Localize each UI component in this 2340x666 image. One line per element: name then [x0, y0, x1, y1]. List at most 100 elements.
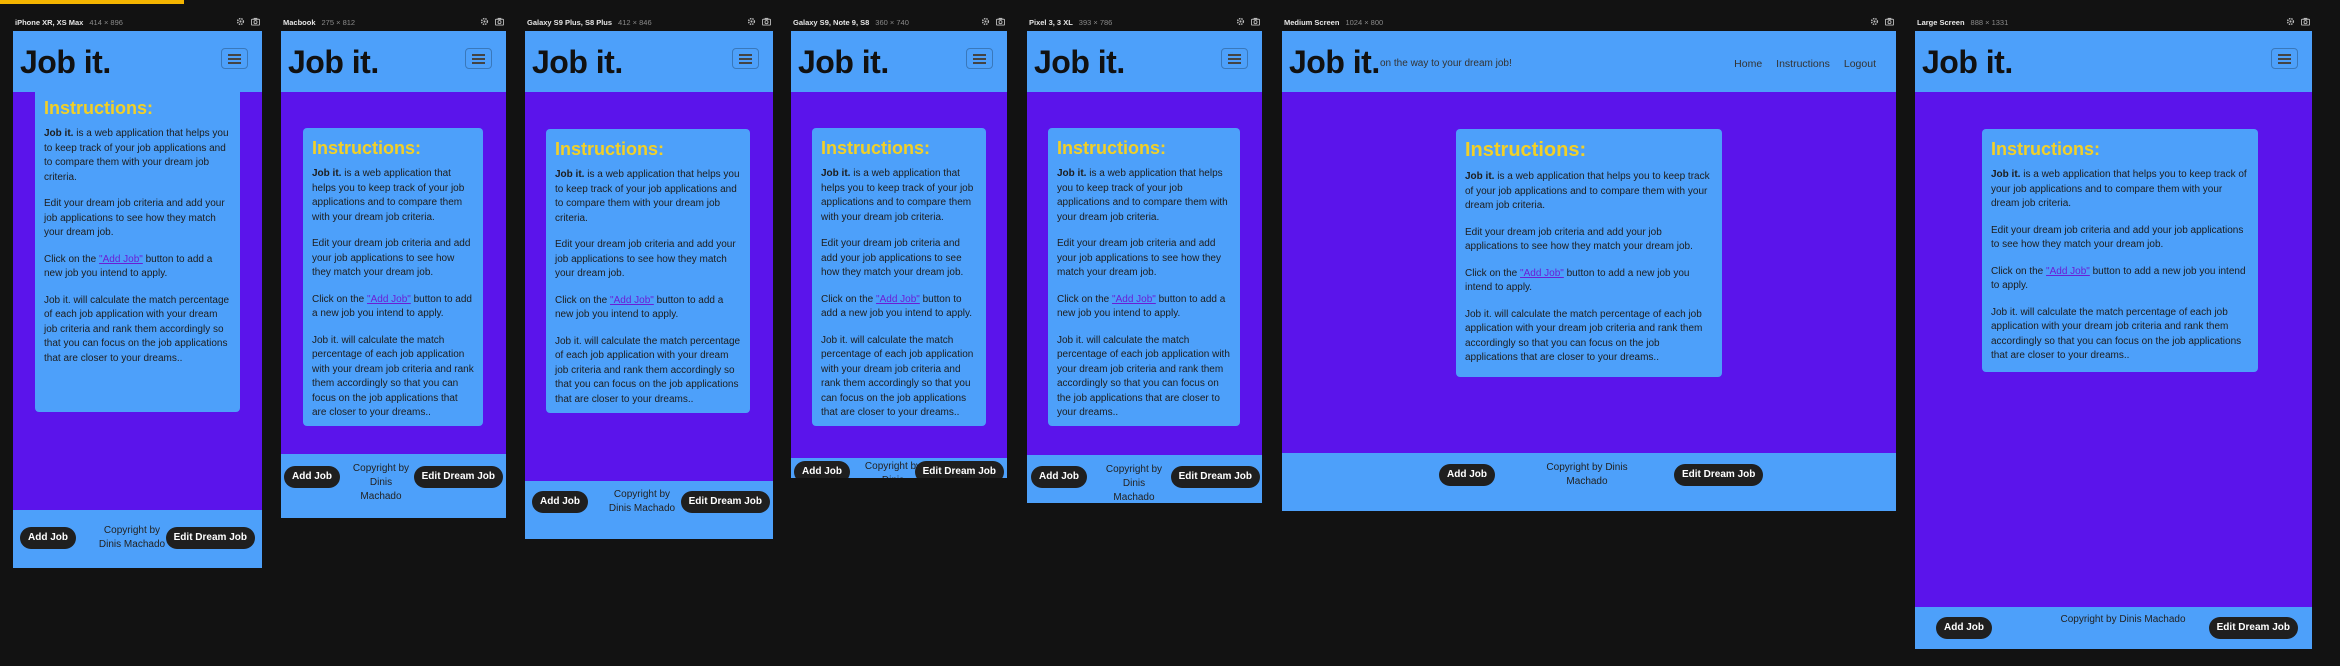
menu-toggle-button[interactable] [221, 48, 248, 69]
nav-logout[interactable]: Logout [1844, 58, 1876, 70]
instructions-paragraph: Job it. is a web application that helps … [821, 168, 974, 223]
add-job-button[interactable]: Add Job [1439, 464, 1495, 486]
navbar: Job it. [1915, 31, 2312, 92]
edit-dream-job-button[interactable]: Edit Dream Job [1170, 466, 1260, 488]
add-job-button[interactable]: Add Job [1936, 617, 1992, 639]
app-screen: Job it. Instructions: Job it. is a web a… [1027, 31, 1262, 503]
app-screen: Job it. Instructions: Job it. is a web a… [791, 31, 1007, 478]
menu-toggle-button[interactable] [1221, 48, 1248, 69]
edit-dream-job-button[interactable]: Edit Dream Job [914, 461, 1004, 478]
device-bar: Medium Screen 1024 × 800 [1282, 16, 1896, 30]
camera-icon[interactable] [996, 17, 1005, 26]
tagline: on the way to your dream job! [1380, 58, 1512, 69]
instructions-card: Instructions: Job it. is a web applicati… [1456, 129, 1722, 377]
device-bar: Galaxy S9, Note 9, S8 360 × 740 [791, 16, 1007, 30]
menu-toggle-button[interactable] [966, 48, 993, 69]
edit-dream-job-button[interactable]: Edit Dream Job [680, 491, 770, 513]
footer: Add Job Copyright by Dinis Machado Edit … [791, 458, 1007, 478]
device-name: Pixel 3, 3 XL 393 × 786 [1029, 18, 1113, 27]
gear-icon[interactable] [1236, 17, 1245, 26]
device-bar: iPhone XR, XS Max 414 × 896 [13, 16, 262, 30]
brand-logo[interactable]: Job it. [798, 44, 889, 81]
device-dims: 360 × 740 [875, 18, 909, 27]
instructions-paragraph: Job it. will calculate the match percent… [44, 294, 230, 364]
gear-icon[interactable] [747, 17, 756, 26]
navbar: Job it. [525, 31, 773, 92]
camera-icon[interactable] [251, 17, 260, 26]
edit-dream-job-button[interactable]: Edit Dream Job [1674, 464, 1764, 486]
add-job-link[interactable]: "Add Job" [2046, 266, 2090, 277]
gear-icon[interactable] [236, 17, 245, 26]
add-job-button[interactable]: Add Job [532, 491, 588, 513]
device-name: Large Screen 888 × 1331 [1917, 18, 2009, 27]
camera-icon[interactable] [1885, 17, 1894, 26]
brand-logo[interactable]: Job it. [1034, 44, 1125, 81]
instructions-paragraph: Job it. is a web application that helps … [1057, 168, 1228, 223]
add-job-button[interactable]: Add Job [284, 466, 340, 488]
nav-home[interactable]: Home [1734, 58, 1762, 70]
device-name: iPhone XR, XS Max 414 × 896 [15, 18, 123, 27]
gear-icon[interactable] [981, 17, 990, 26]
instructions-title: Instructions: [821, 138, 931, 158]
edit-dream-job-button[interactable]: Edit Dream Job [2208, 617, 2298, 639]
nav-instructions[interactable]: Instructions [1776, 58, 1830, 70]
navbar: Job it. on the way to your dream job! Ho… [1282, 31, 1896, 92]
gear-icon[interactable] [2286, 17, 2295, 26]
instructions-paragraph: Edit your dream job criteria and add you… [821, 238, 964, 278]
menu-toggle-button[interactable] [465, 48, 492, 69]
instructions-paragraph: Job it. is a web application that helps … [555, 169, 740, 224]
instructions-paragraph: Job it. is a web application that helps … [44, 128, 229, 183]
instructions-paragraph: Click on the "Add Job" button to add a n… [1057, 293, 1226, 320]
instructions-paragraph: Edit your dream job criteria and add you… [1991, 224, 2244, 251]
device-dims: 1024 × 800 [1345, 18, 1384, 27]
instructions-paragraph: Edit your dream job criteria and add you… [312, 238, 471, 278]
device-bar: Large Screen 888 × 1331 [1915, 16, 2312, 30]
instructions-paragraph: Click on the "Add Job" button to add a n… [312, 293, 472, 320]
device-name: Galaxy S9 Plus, S8 Plus 412 × 846 [527, 18, 652, 27]
add-job-link[interactable]: "Add Job" [1112, 294, 1156, 305]
navbar: Job it. [281, 31, 506, 92]
brand-logo[interactable]: Job it. [20, 44, 111, 81]
instructions-paragraph: Job it. is a web application that helps … [1465, 171, 1710, 211]
add-job-link[interactable]: "Add Job" [1520, 268, 1564, 279]
add-job-link[interactable]: "Add Job" [876, 294, 920, 305]
gear-icon[interactable] [480, 17, 489, 26]
device-dims: 888 × 1331 [1970, 18, 2009, 27]
menu-toggle-button[interactable] [2271, 48, 2298, 69]
device-name: Galaxy S9, Note 9, S8 360 × 740 [793, 18, 909, 27]
add-job-link[interactable]: "Add Job" [367, 294, 411, 305]
copyright-text: Copyright by Dinis Machado [608, 489, 676, 514]
instructions-paragraph: Job it. will calculate the match percent… [312, 334, 474, 419]
edit-dream-job-button[interactable]: Edit Dream Job [165, 527, 255, 549]
instructions-title: Instructions: [1991, 139, 2101, 159]
instructions-title: Instructions: [312, 138, 422, 158]
instructions-title: Instructions: [555, 139, 665, 159]
menu-toggle-button[interactable] [732, 48, 759, 69]
gear-icon[interactable] [1870, 17, 1879, 26]
camera-icon[interactable] [495, 17, 504, 26]
device-name: Macbook 275 × 812 [283, 18, 356, 27]
add-job-link[interactable]: "Add Job" [610, 295, 654, 306]
brand-logo[interactable]: Job it. [1289, 44, 1380, 81]
brand-logo[interactable]: Job it. [288, 44, 379, 81]
instructions-paragraph: Job it. is a web application that helps … [312, 168, 465, 223]
top-accent-bar [0, 0, 184, 4]
camera-icon[interactable] [2301, 17, 2310, 26]
add-job-button[interactable]: Add Job [794, 461, 850, 478]
footer: Add Job Copyright by Dinis Machado Edit … [1282, 453, 1896, 511]
instructions-paragraph: Edit your dream job criteria and add you… [44, 198, 225, 238]
camera-icon[interactable] [762, 17, 771, 26]
brand-logo[interactable]: Job it. [1922, 44, 2013, 81]
add-job-button[interactable]: Add Job [1031, 466, 1087, 488]
brand-logo[interactable]: Job it. [532, 44, 623, 81]
copyright-text: Copyright by Dinis Machado [1546, 462, 1628, 487]
camera-icon[interactable] [1251, 17, 1260, 26]
add-job-button[interactable]: Add Job [20, 527, 76, 549]
footer: Add Job Copyright by Dinis Machado Edit … [13, 510, 262, 568]
add-job-link[interactable]: "Add Job" [99, 254, 143, 265]
instructions-paragraph: Job it. will calculate the match percent… [555, 335, 741, 405]
footer: Add Job Copyright by Dinis Machado Edit … [525, 481, 773, 539]
device-dims: 393 × 786 [1078, 18, 1113, 27]
instructions-card: Instructions: Job it. is a web applicati… [812, 128, 986, 426]
edit-dream-job-button[interactable]: Edit Dream Job [413, 466, 503, 488]
